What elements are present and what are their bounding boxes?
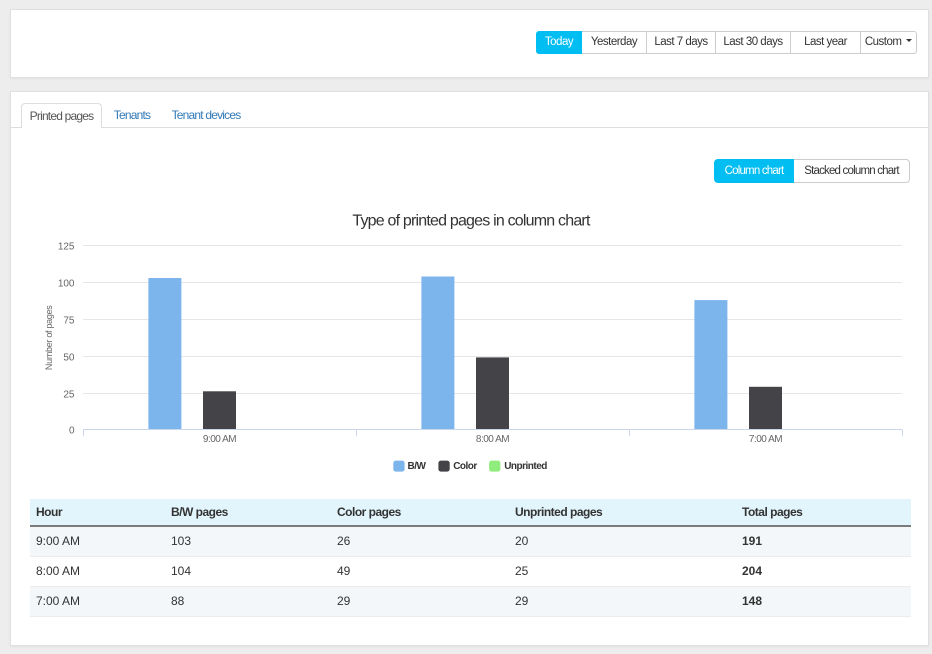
svg-text:Color: Color — [453, 461, 477, 472]
svg-text:B/W: B/W — [408, 461, 427, 472]
svg-text:125: 125 — [58, 242, 75, 253]
svg-text:Number of pages: Number of pages — [44, 305, 54, 370]
svg-text:Unprinted: Unprinted — [504, 461, 547, 472]
svg-text:9:00 AM: 9:00 AM — [203, 434, 236, 445]
svg-text:75: 75 — [63, 316, 75, 327]
svg-text:25: 25 — [63, 390, 75, 401]
svg-text:100: 100 — [58, 279, 75, 290]
svg-text:Type of printed pages in colum: Type of printed pages in column chart — [352, 213, 591, 230]
svg-text:0: 0 — [69, 426, 75, 437]
svg-text:7:00 AM: 7:00 AM — [749, 434, 782, 445]
svg-text:8:00 AM: 8:00 AM — [476, 434, 509, 445]
svg-text:50: 50 — [63, 353, 75, 364]
